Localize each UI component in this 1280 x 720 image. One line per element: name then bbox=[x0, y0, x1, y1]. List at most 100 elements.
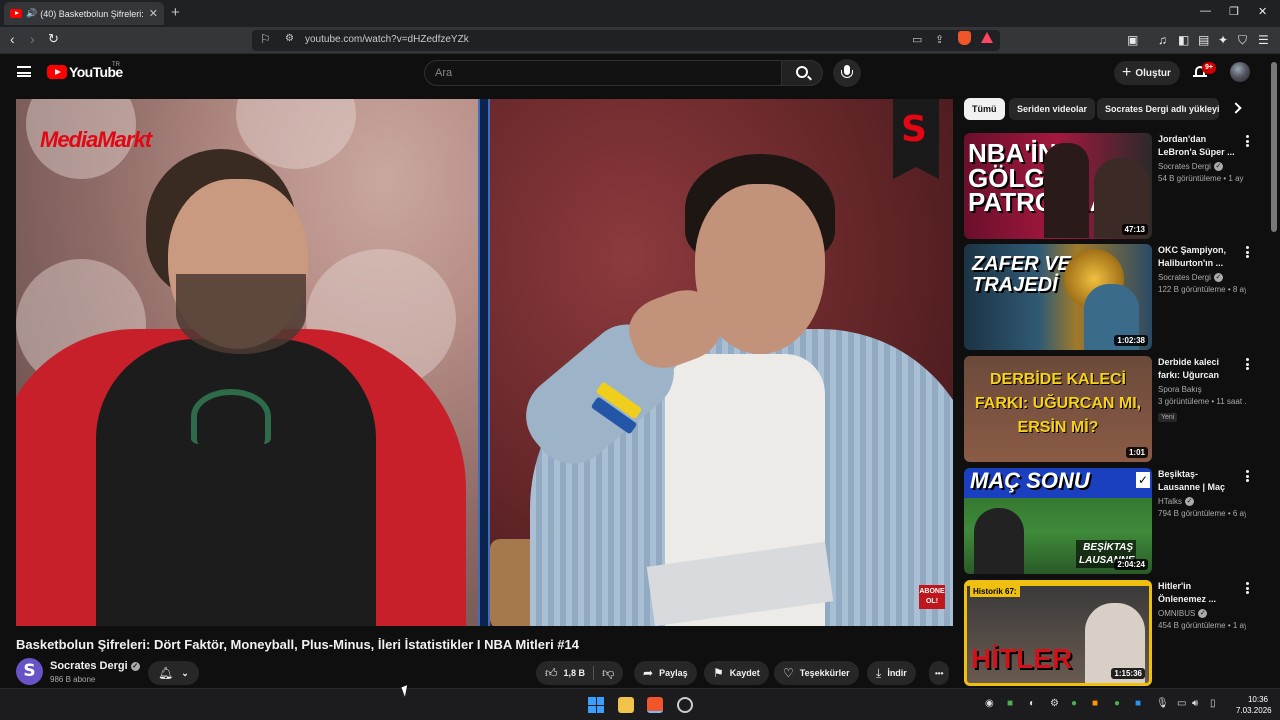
restore-icon[interactable]: ❐ bbox=[1229, 5, 1239, 18]
thanks-button[interactable]: ♡ Teşekkürler bbox=[774, 661, 859, 685]
channel-name[interactable]: Socrates Dergi ✓ bbox=[50, 660, 140, 672]
video-left-pane: MediaMarkt bbox=[16, 99, 478, 626]
brave-taskbar-icon[interactable] bbox=[647, 697, 663, 713]
tray-green-icon[interactable]: ● bbox=[1114, 698, 1120, 709]
duration-badge: 1:15:36 bbox=[1111, 668, 1145, 679]
recommendation-title[interactable]: Jordan'dan LeBron'a Süper ... bbox=[1158, 133, 1240, 159]
brave-rewards-icon[interactable] bbox=[981, 32, 993, 43]
speaker-icon[interactable]: 🔊 bbox=[26, 8, 37, 19]
recommendation-item[interactable]: DERBİDE KALECİ FARKI: UĞURCAN MI, ERSİN … bbox=[964, 356, 1264, 462]
video-thumbnail[interactable]: DERBİDE KALECİ FARKI: UĞURCAN MI, ERSİN … bbox=[964, 356, 1152, 462]
tray-mic-icon[interactable]: 🎙︎ bbox=[1156, 698, 1169, 709]
kebab-menu-icon[interactable] bbox=[1246, 358, 1249, 370]
chatgpt-icon[interactable] bbox=[677, 697, 693, 713]
recommendation-item[interactable]: Historik 67: HİTLER 1:15:36 Hitler'in Ön… bbox=[964, 580, 1264, 686]
vpn-icon[interactable]: ⛉ bbox=[1238, 33, 1247, 48]
tray-app-icon[interactable]: ◉ bbox=[985, 698, 994, 709]
kebab-menu-icon[interactable] bbox=[1246, 135, 1249, 147]
system-clock[interactable]: 10:36 7.03.2026 bbox=[1236, 694, 1272, 716]
sidebar-icon[interactable]: ◧ bbox=[1178, 33, 1189, 47]
leo-icon[interactable]: ✦ bbox=[1218, 33, 1228, 47]
thumbs-down-icon[interactable]: 👎︎ bbox=[602, 666, 614, 681]
tab-title: (40) Basketbolun Şifreleri: Dö bbox=[40, 8, 145, 19]
volume-icon[interactable]: 🔊︎ bbox=[1192, 698, 1198, 709]
search-button[interactable] bbox=[781, 60, 823, 86]
chip-all[interactable]: Tümü bbox=[964, 98, 1005, 120]
video-thumbnail[interactable]: ZAFER VE TRAJEDİ 1:02:38 bbox=[964, 244, 1152, 350]
search-box[interactable] bbox=[424, 60, 782, 86]
address-bar[interactable]: ⚐ ⚙ youtube.com/watch?v=dHZedfzeYZk ▭ ⇪ bbox=[252, 30, 1000, 51]
tray-orange-icon[interactable]: ■ bbox=[1092, 698, 1098, 709]
download-button[interactable]: ⤓ İndir bbox=[867, 661, 916, 685]
kebab-menu-icon[interactable] bbox=[1246, 582, 1249, 594]
recommendation-title[interactable]: Derbide kaleci farkı: Uğurcan mı,... bbox=[1158, 356, 1240, 382]
recommendation-channel[interactable]: Socrates Dergi ✓ bbox=[1158, 162, 1240, 171]
subscribe-bell-button[interactable]: 🔔︎ ⌄ bbox=[148, 661, 199, 685]
windows-start-icon[interactable] bbox=[588, 697, 604, 713]
menu-icon[interactable]: ☰ bbox=[1258, 33, 1269, 47]
share-button[interactable]: ➦ Paylaş bbox=[634, 661, 697, 685]
recommendation-title[interactable]: Hitler'in Önlenemez ... bbox=[1158, 580, 1240, 606]
verified-icon: ✓ bbox=[1198, 609, 1208, 618]
tray-nvidia-icon[interactable]: ■ bbox=[1007, 698, 1013, 709]
tray-settings-icon[interactable]: ⚙ bbox=[1050, 698, 1059, 709]
recommendation-title[interactable]: OKC Şampiyon, Haliburton'ın ... bbox=[1158, 244, 1240, 270]
youtube-logo[interactable]: YouTube TR bbox=[47, 62, 123, 80]
recommendation-channel[interactable]: HTalks ✓ bbox=[1158, 497, 1240, 506]
close-window-icon[interactable]: ✕ bbox=[1258, 5, 1267, 18]
video-player[interactable]: MediaMarkt S ABONE OL! bbox=[16, 99, 953, 626]
recommendation-channel[interactable]: Spora Bakış bbox=[1158, 385, 1240, 394]
kebab-menu-icon[interactable] bbox=[1246, 246, 1249, 258]
video-thumbnail[interactable]: MAÇ SONU ✓ BEŞİKTAŞ LAUSANNE 2:04:24 bbox=[964, 468, 1152, 574]
chip-series[interactable]: Seriden videolar bbox=[1009, 98, 1096, 120]
wallet-icon[interactable]: ▤ bbox=[1198, 33, 1209, 47]
subscribe-overlay-badge[interactable]: ABONE OL! bbox=[919, 585, 945, 609]
new-tab-button[interactable]: + bbox=[171, 4, 180, 21]
like-count[interactable]: 1,8 B bbox=[564, 668, 586, 678]
chevron-down-icon: ⌄ bbox=[181, 667, 189, 678]
recommendation-channel[interactable]: OMNIBUS ✓ bbox=[1158, 609, 1240, 618]
channel-watermark: S bbox=[893, 99, 939, 179]
reload-icon[interactable]: ↻ bbox=[48, 31, 59, 47]
share-page-icon[interactable]: ⇪ bbox=[935, 33, 944, 46]
recommendation-item[interactable]: NBA'İN GÖLGE PATRONLARI 47:13 Jordan'dan… bbox=[964, 133, 1264, 239]
brave-shields-icon[interactable] bbox=[958, 31, 971, 45]
thumbs-up-icon[interactable]: 👍︎ bbox=[545, 666, 558, 681]
page-scrollbar[interactable] bbox=[1271, 62, 1277, 232]
browser-tab[interactable]: 🔊 (40) Basketbolun Şifreleri: Dö ✕ bbox=[4, 2, 164, 25]
recommendation-item[interactable]: ZAFER VE TRAJEDİ 1:02:38 OKC Şampiyon, H… bbox=[964, 244, 1264, 350]
video-thumbnail[interactable]: NBA'İN GÖLGE PATRONLARI 47:13 bbox=[964, 133, 1152, 239]
search-input[interactable] bbox=[435, 67, 771, 79]
site-settings-icon[interactable]: ⚙ bbox=[285, 33, 294, 44]
network-icon[interactable]: ▭ bbox=[1177, 698, 1186, 709]
tray-shield-icon[interactable]: ● bbox=[1071, 698, 1077, 709]
url-text[interactable]: youtube.com/watch?v=dHZedfzeYZk bbox=[305, 34, 469, 45]
tray-steam-icon[interactable]: ◐ bbox=[1029, 698, 1035, 709]
account-avatar[interactable] bbox=[1230, 62, 1250, 82]
channel-avatar[interactable]: S bbox=[16, 658, 43, 685]
recommendation-item[interactable]: MAÇ SONU ✓ BEŞİKTAŞ LAUSANNE 2:04:24 Beş… bbox=[964, 468, 1264, 574]
tray-blue-icon[interactable]: ■ bbox=[1135, 698, 1141, 709]
forward-icon[interactable]: › bbox=[30, 31, 35, 47]
bookmark-icon[interactable]: ⚐ bbox=[260, 32, 271, 46]
more-actions-button[interactable]: ••• bbox=[929, 661, 950, 685]
cast-icon[interactable]: ▭ bbox=[912, 33, 922, 46]
close-tab-icon[interactable]: ✕ bbox=[149, 7, 158, 20]
hamburger-menu-icon[interactable] bbox=[17, 66, 31, 77]
save-button[interactable]: ⚑ Kaydet bbox=[704, 661, 769, 685]
back-icon[interactable]: ‹ bbox=[10, 31, 15, 47]
recommendation-channel[interactable]: Socrates Dergi ✓ bbox=[1158, 273, 1240, 282]
voice-search-button[interactable] bbox=[833, 59, 861, 87]
kebab-menu-icon[interactable] bbox=[1246, 470, 1249, 482]
music-icon[interactable]: ♫ bbox=[1158, 33, 1167, 47]
create-button[interactable]: + Oluştur bbox=[1114, 61, 1180, 85]
file-explorer-icon[interactable] bbox=[618, 697, 634, 713]
thumbnail-text: HİTLER bbox=[971, 643, 1073, 674]
chip-uploader[interactable]: Socrates Dergi adlı yükleyici bbox=[1097, 98, 1219, 120]
video-thumbnail[interactable]: Historik 67: HİTLER 1:15:36 bbox=[964, 580, 1152, 686]
recommendation-title[interactable]: Beşiktaş-Lausanne | Maç Sonu ... bbox=[1158, 468, 1240, 494]
extensions-icon[interactable]: ▣ bbox=[1127, 33, 1138, 47]
battery-icon[interactable]: ▯ bbox=[1210, 698, 1216, 709]
bell-icon: 🔔︎ bbox=[158, 666, 174, 680]
minimize-icon[interactable]: — bbox=[1200, 5, 1211, 17]
